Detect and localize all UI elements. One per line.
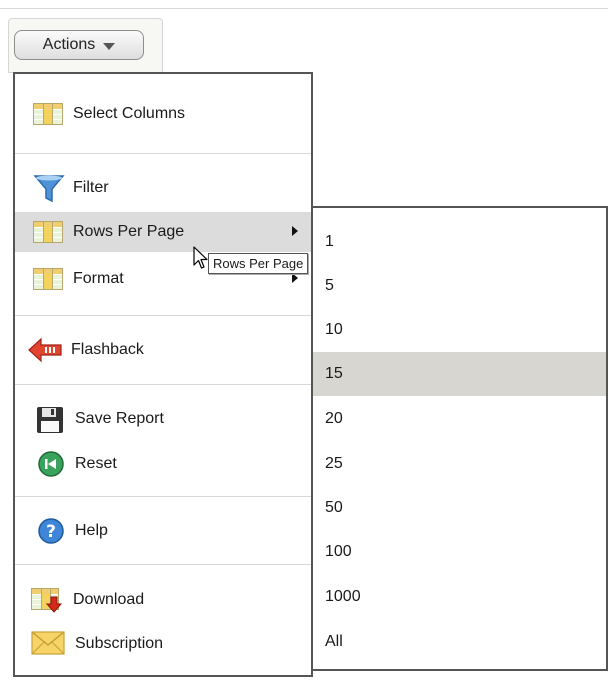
top-divider: [0, 8, 608, 9]
menu-separator: [15, 496, 311, 497]
menu-item-reset[interactable]: Reset: [15, 444, 311, 484]
menu-separator: [15, 153, 311, 154]
rows-option-25[interactable]: 25: [313, 442, 606, 486]
rows-option-all[interactable]: All: [313, 620, 606, 664]
rows-option-100[interactable]: 100: [313, 530, 606, 574]
chevron-down-icon: [103, 42, 116, 50]
menu-separator: [15, 315, 311, 316]
mouse-pointer-icon: [193, 246, 208, 269]
menu-item-label: Subscription: [75, 635, 164, 652]
rows-option-1000[interactable]: 1000: [313, 575, 606, 619]
menu-item-filter[interactable]: Filter: [15, 168, 311, 208]
rows-option-10[interactable]: 10: [313, 308, 606, 352]
actions-menu: Select Columns Filter Rows Per Page Form…: [13, 72, 313, 677]
menu-item-label: Format: [73, 270, 124, 287]
option-label: 15: [325, 365, 343, 382]
option-label: 100: [325, 543, 352, 560]
menu-item-save-report[interactable]: Save Report: [15, 399, 311, 439]
menu-item-help[interactable]: ? Help: [15, 511, 311, 551]
rows-option-20[interactable]: 20: [313, 397, 606, 441]
menu-item-label: Select Columns: [73, 105, 186, 122]
envelope-icon: [31, 630, 67, 658]
svg-text:?: ?: [46, 522, 56, 542]
tooltip: Rows Per Page: [208, 253, 309, 274]
menu-separator: [15, 564, 311, 565]
menu-separator: [15, 384, 311, 385]
menu-item-label: Rows Per Page: [73, 223, 185, 240]
floppy-disk-icon: [35, 405, 67, 433]
submenu-arrow-icon: [292, 273, 298, 283]
option-label: 25: [325, 455, 343, 472]
option-label: 10: [325, 321, 343, 338]
menu-item-label: Download: [73, 591, 145, 608]
option-label: 20: [325, 410, 343, 427]
option-label: All: [325, 633, 343, 650]
menu-item-label: Flashback: [71, 341, 144, 358]
select-columns-icon: [33, 100, 65, 128]
actions-button[interactable]: Actions: [14, 30, 144, 60]
reset-icon: [37, 450, 67, 478]
rows-per-page-submenu: 1 5 10 15 20 25 50 100 1000 All: [311, 206, 608, 671]
menu-item-select-columns[interactable]: Select Columns: [15, 94, 311, 134]
rows-per-page-icon: [33, 218, 65, 246]
menu-item-label: Filter: [73, 179, 109, 196]
filter-funnel-icon: [33, 174, 65, 203]
menu-item-label: Save Report: [75, 410, 164, 427]
download-icon: [31, 586, 65, 614]
option-label: 1: [325, 233, 334, 250]
menu-item-rows-per-page[interactable]: Rows Per Page: [15, 212, 311, 252]
submenu-arrow-icon: [292, 226, 298, 236]
actions-button-label: Actions: [42, 36, 96, 53]
rows-option-15[interactable]: 15: [313, 352, 606, 396]
option-label: 5: [325, 277, 334, 294]
help-icon: ?: [37, 517, 67, 545]
rows-option-1[interactable]: 1: [313, 220, 606, 264]
format-icon: [33, 265, 65, 293]
menu-item-flashback[interactable]: Flashback: [15, 330, 311, 370]
option-label: 1000: [325, 588, 361, 605]
rows-option-50[interactable]: 50: [313, 486, 606, 530]
rows-option-5[interactable]: 5: [313, 264, 606, 308]
option-label: 50: [325, 499, 343, 516]
menu-item-label: Help: [75, 522, 108, 539]
menu-item-label: Reset: [75, 455, 117, 472]
flashback-arrow-icon: [27, 336, 63, 364]
menu-item-subscription[interactable]: Subscription: [15, 624, 311, 664]
menu-item-download[interactable]: Download: [15, 580, 311, 620]
